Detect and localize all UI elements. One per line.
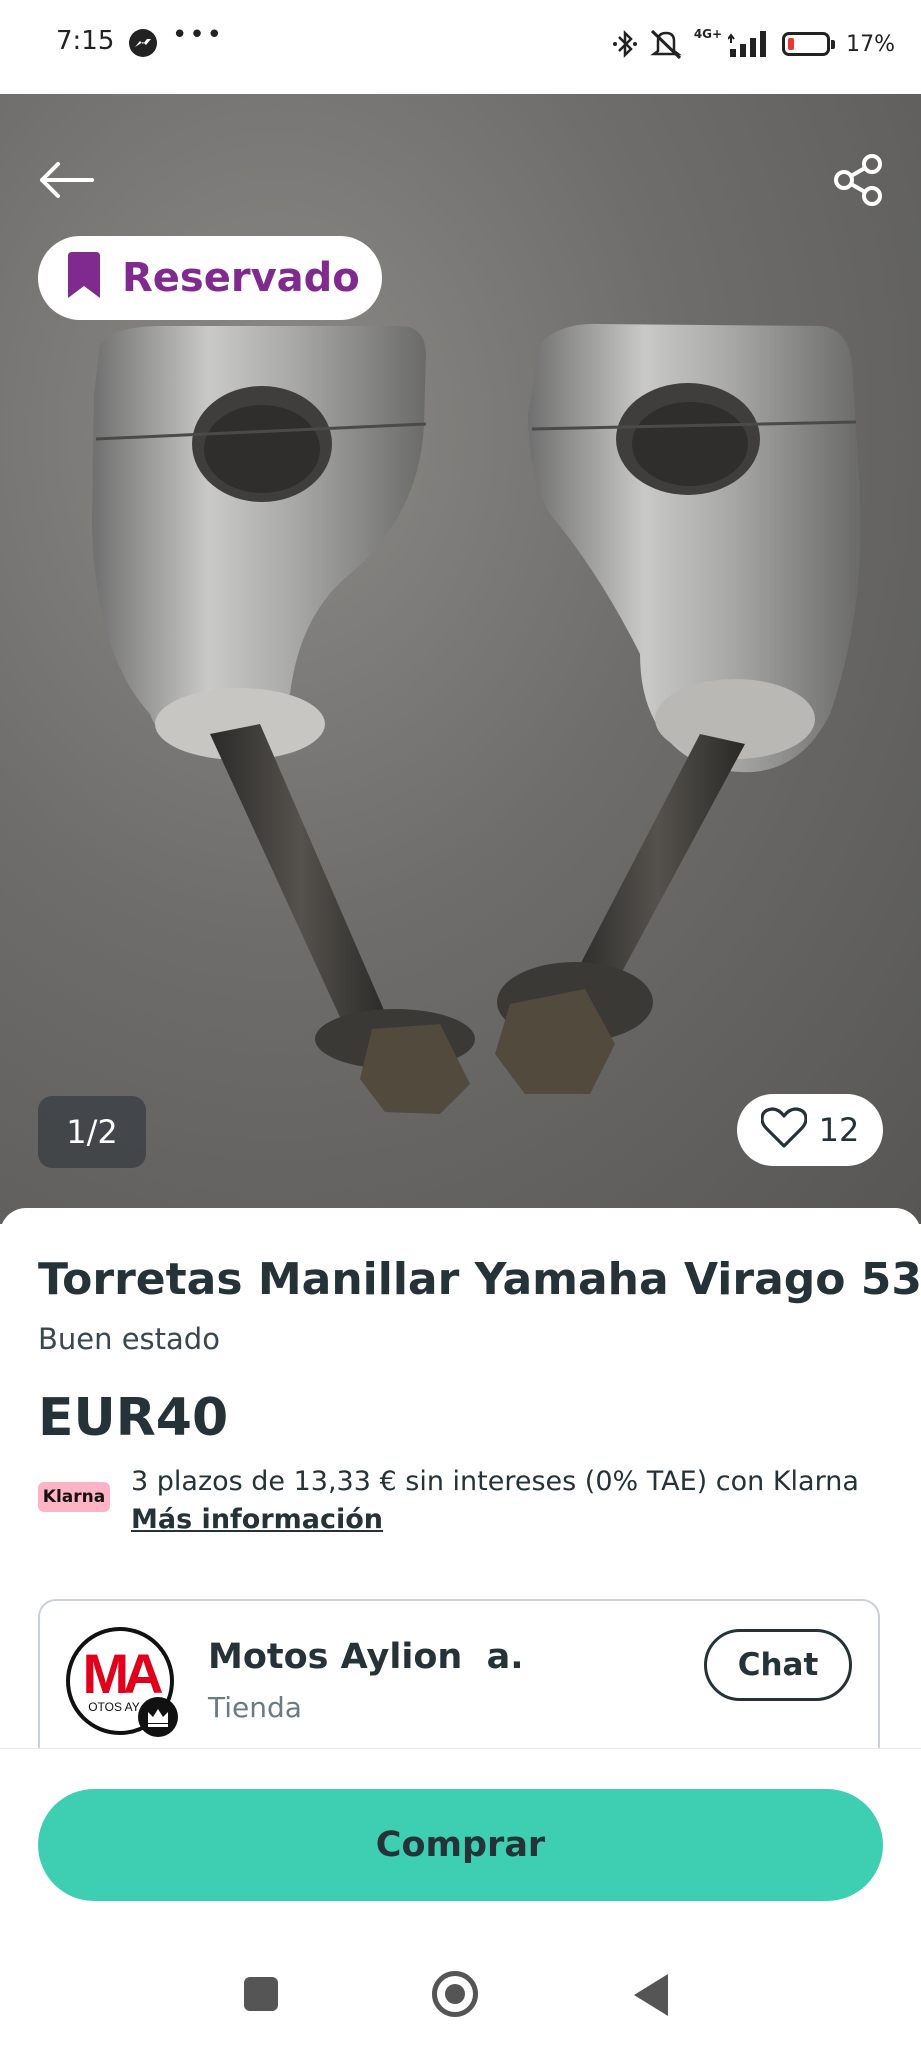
buy-button[interactable]: Comprar (38, 1789, 883, 1901)
avatar-subtext: OTOS AY (88, 1700, 140, 1714)
bluetooth-icon (612, 28, 638, 60)
network-type: 4G+ (693, 27, 723, 41)
product-title: Torretas Manillar Yamaha Virago 535 (38, 1254, 921, 1305)
product-info-sheet: Torretas Manillar Yamaha Virago 535 Buen… (0, 1208, 921, 1748)
favorite-button[interactable]: 12 (737, 1094, 883, 1166)
messenger-icon (129, 29, 157, 57)
reserved-label: Reservado (122, 255, 360, 301)
crown-icon (138, 1697, 178, 1737)
arrow-left-icon (36, 160, 96, 204)
system-navigation-bar (0, 1920, 921, 2048)
battery-level (788, 38, 795, 50)
battery-icon (782, 32, 836, 56)
more-info-link[interactable]: Más información (131, 1504, 383, 1535)
seller-card[interactable]: MA OTOS AY Motos Aylion a. Tienda Chat (38, 1599, 880, 1748)
avatar-monogram: MA (82, 1642, 162, 1705)
chat-button[interactable]: Chat (704, 1629, 852, 1701)
recent-apps-button[interactable] (244, 1977, 278, 2011)
bookmark-icon (64, 252, 104, 304)
favorites-count: 12 (818, 1111, 860, 1149)
signal-icon (728, 29, 772, 59)
home-button[interactable] (432, 1971, 478, 2017)
system-back-button[interactable] (634, 1974, 668, 2016)
share-button[interactable] (823, 146, 895, 218)
battery-percent: 17% (846, 31, 895, 57)
back-button[interactable] (30, 146, 102, 218)
product-condition: Buen estado (38, 1322, 220, 1356)
product-photo[interactable]: Reservado 1/2 12 (0, 94, 921, 1224)
photo-counter: 1/2 (38, 1096, 146, 1168)
status-time: 7:15 (56, 26, 115, 56)
heart-icon (760, 1107, 808, 1153)
seller-name[interactable]: Motos Aylion a. (208, 1637, 524, 1677)
more-notifications-indicator: ••• (172, 20, 225, 50)
product-price: EUR40 (38, 1388, 229, 1448)
seller-type: Tienda (208, 1691, 302, 1724)
bottom-action-bar: Comprar (0, 1748, 921, 1921)
status-icons: 4G+ 17% (612, 24, 895, 64)
klarna-financing-text: 3 plazos de 13,33 € sin intereses (0% TA… (131, 1466, 859, 1497)
klarna-logo: Klarna (38, 1482, 110, 1512)
status-bar: 7:15 ••• 4G+ 17% (0, 0, 921, 94)
reserved-badge: Reservado (38, 236, 382, 320)
mute-icon (648, 27, 684, 61)
share-icon (832, 153, 886, 211)
